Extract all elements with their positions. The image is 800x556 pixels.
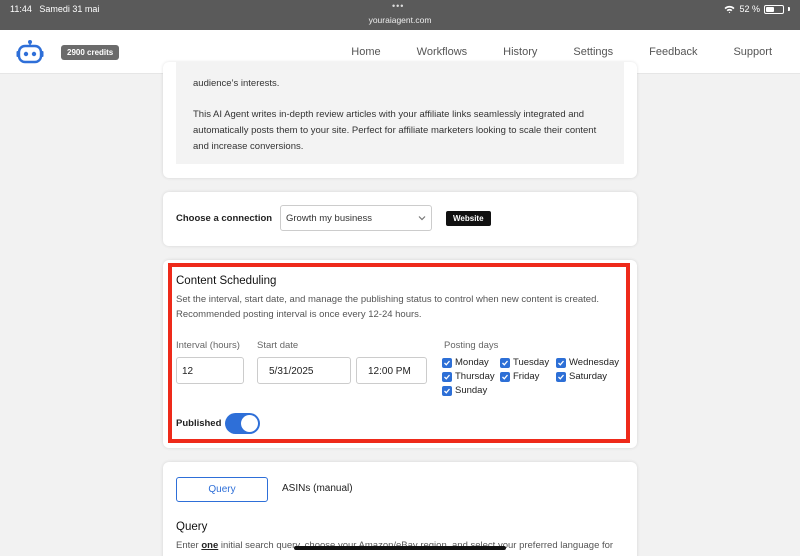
start-date-input[interactable]: 5/31/2025 (257, 357, 351, 384)
status-right: 52 % (724, 4, 790, 14)
tab-query[interactable]: Query (176, 477, 268, 502)
status-bar: 11:44 Samedi 31 mai ••• youraiagent.com … (0, 0, 800, 30)
posting-days-label: Posting days (444, 340, 499, 351)
connection-card: Choose a connection Growth my business W… (163, 192, 637, 246)
connection-select[interactable]: Growth my business (280, 205, 432, 231)
nav-support[interactable]: Support (733, 46, 772, 58)
connection-selected-value: Growth my business (286, 213, 373, 224)
home-indicator (294, 546, 506, 550)
interval-label: Interval (hours) (176, 340, 240, 351)
description-line-top: audience’s interests. (193, 78, 280, 89)
battery-icon (764, 4, 784, 14)
nav-home[interactable]: Home (351, 46, 380, 58)
url-bar[interactable]: youraiagent.com (0, 15, 800, 25)
website-badge: Website (446, 211, 491, 226)
day-thursday[interactable]: Thursday (442, 371, 495, 382)
tab-asins-manual[interactable]: ASINs (manual) (282, 483, 353, 494)
credits-badge: 2900 credits (61, 45, 120, 60)
toggle-knob (241, 415, 258, 432)
checkbox-checked-icon (500, 371, 510, 382)
agent-description: audience’s interests. This AI Agent writ… (176, 62, 624, 164)
battery-label: 52 % (739, 4, 760, 14)
description-paragraph: This AI Agent writes in-depth review art… (193, 109, 597, 152)
day-wednesday[interactable]: Wednesday (556, 357, 619, 368)
checkbox-checked-icon (556, 357, 566, 368)
published-toggle[interactable] (225, 413, 260, 434)
status-time: 11:44 Samedi 31 mai (10, 4, 100, 14)
nav-feedback[interactable]: Feedback (649, 46, 697, 58)
checkbox-checked-icon (500, 357, 510, 368)
nav-history[interactable]: History (503, 46, 537, 58)
start-time-input[interactable]: 12:00 PM (356, 357, 427, 384)
content-scheduling-card: Content Scheduling Set the interval, sta… (163, 260, 637, 448)
day-sunday[interactable]: Sunday (442, 385, 487, 396)
day-tuesday[interactable]: Tuesday (500, 357, 549, 368)
published-label: Published (176, 418, 222, 429)
day-friday[interactable]: Friday (500, 371, 539, 382)
day-monday[interactable]: Monday (442, 357, 489, 368)
query-title: Query (176, 521, 208, 533)
more-icon[interactable]: ••• (392, 1, 404, 11)
interval-input[interactable]: 12 (176, 357, 244, 384)
chevron-down-icon (418, 216, 426, 221)
checkbox-checked-icon (556, 371, 566, 382)
start-date-label: Start date (257, 340, 299, 351)
scheduling-title: Content Scheduling (176, 275, 277, 287)
query-card: Query ASINs (manual) Query Enter one ini… (163, 462, 637, 556)
scheduling-description: Set the interval, start date, and manage… (176, 294, 600, 320)
connection-label: Choose a connection (176, 213, 273, 224)
battery-fill (766, 6, 775, 12)
day-saturday[interactable]: Saturday (556, 371, 607, 382)
nav-workflows[interactable]: Workflows (417, 46, 468, 58)
agent-description-card: audience’s interests. This AI Agent writ… (163, 62, 637, 178)
wifi-icon (724, 5, 735, 13)
checkbox-checked-icon (442, 371, 452, 382)
battery-tip (788, 7, 790, 11)
nav-settings[interactable]: Settings (573, 46, 613, 58)
checkbox-checked-icon (442, 385, 452, 396)
robot-logo-icon[interactable] (16, 39, 44, 65)
checkbox-checked-icon (442, 357, 452, 368)
